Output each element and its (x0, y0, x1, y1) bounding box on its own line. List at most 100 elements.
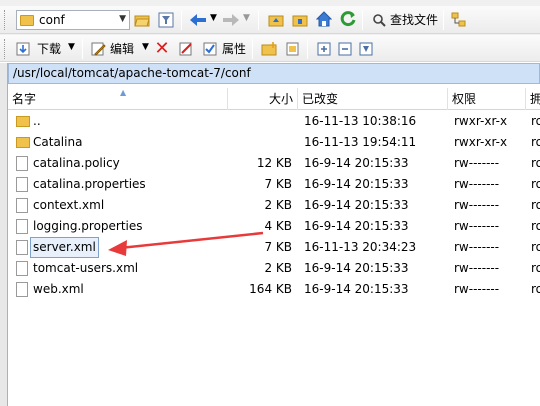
delete-icon[interactable]: ✕ (153, 40, 171, 58)
file-owner: ro (531, 219, 540, 233)
location-dropdown[interactable]: conf ▼ (16, 10, 130, 30)
table-row[interactable]: server.xml 7 KB 16-11-13 20:34:23 rw-------… (8, 237, 540, 258)
select-all-icon[interactable] (315, 40, 333, 58)
column-header-size[interactable]: 大小 (228, 88, 298, 110)
new-file-icon[interactable] (284, 40, 302, 58)
file-modified: 16-9-14 20:15:33 (304, 177, 409, 191)
file-rights: rw------- (454, 177, 500, 191)
file-name: Catalina (33, 135, 83, 149)
folder-icon (16, 116, 30, 127)
file-size (228, 111, 292, 132)
parent-folder-icon[interactable] (267, 11, 285, 29)
find-files-icon[interactable] (370, 11, 388, 29)
file-modified: 16-9-14 20:15:33 (304, 156, 409, 170)
edit-dropdown-icon[interactable]: ▼ (142, 39, 149, 55)
file-modified: 16-9-14 20:15:33 (304, 198, 409, 212)
column-header-name[interactable]: 名字 ▲ (8, 88, 228, 110)
toolbar-top: conf ▼ ▼ ▼ 查找文件 (0, 6, 540, 34)
file-rights: rw------- (454, 240, 500, 254)
forward-arrow-icon[interactable] (222, 11, 240, 29)
download-button[interactable]: 下载 (37, 41, 61, 57)
file-name: catalina.policy (33, 156, 120, 170)
back-arrow-icon[interactable] (189, 11, 207, 29)
file-icon (16, 282, 28, 297)
unselect-all-icon[interactable] (336, 40, 354, 58)
file-owner: ro (531, 198, 540, 212)
file-icon (16, 198, 28, 213)
file-modified: 16-9-14 20:15:33 (304, 261, 409, 275)
file-icon (16, 261, 28, 276)
column-header-modified[interactable]: 已改变 (298, 88, 448, 110)
file-owner: ro (531, 135, 540, 149)
filter-icon[interactable] (157, 11, 175, 29)
edit-icon[interactable] (89, 40, 107, 58)
file-rights: rw------- (454, 198, 500, 212)
toolbar-separator (252, 39, 253, 59)
file-rights: rw------- (454, 156, 500, 170)
new-folder-icon[interactable] (260, 40, 278, 58)
rename-icon[interactable] (177, 40, 195, 58)
file-size: 12 KB (256, 156, 292, 170)
file-name: web.xml (33, 282, 84, 296)
download-dropdown-icon[interactable]: ▼ (68, 39, 75, 55)
open-folder-icon[interactable] (133, 11, 151, 29)
properties-button[interactable]: 属性 (222, 41, 246, 57)
filter-select-icon[interactable] (357, 40, 375, 58)
file-modified: 16-11-13 19:54:11 (304, 135, 417, 149)
folder-icon (20, 14, 34, 26)
column-header-owner[interactable]: 拥 (526, 88, 540, 110)
tree-view-icon[interactable] (450, 11, 468, 29)
table-row[interactable]: Catalina 16-11-13 19:54:11 rwxr-xr-x ro (8, 132, 540, 153)
file-name: tomcat-users.xml (33, 261, 139, 275)
home-icon[interactable] (315, 10, 333, 28)
chevron-down-icon[interactable]: ▼ (119, 14, 126, 24)
table-row[interactable]: context.xml 2 KB 16-9-14 20:15:33 rw-------… (8, 195, 540, 216)
file-icon (16, 156, 28, 171)
file-size: 7 KB (264, 240, 292, 254)
toolbar-separator (258, 10, 259, 30)
file-owner: ro (531, 282, 540, 296)
edit-button[interactable]: 编辑 (110, 41, 134, 57)
file-modified: 16-9-14 20:15:33 (304, 219, 409, 233)
table-row[interactable]: web.xml 164 KB 16-9-14 20:15:33 rw------- ro (8, 279, 540, 300)
file-name: logging.properties (33, 219, 143, 233)
folder-icon (16, 137, 30, 148)
file-modified: 16-9-14 20:15:33 (304, 282, 409, 296)
table-row[interactable]: tomcat-users.xml 2 KB 16-9-14 20:15:33 rw--… (8, 258, 540, 279)
toolbar-grip[interactable] (4, 10, 7, 30)
file-name: catalina.properties (33, 177, 146, 191)
file-size: 2 KB (264, 261, 292, 275)
file-rights: rwxr-xr-x (454, 135, 508, 149)
toolbar-grip[interactable] (4, 39, 7, 59)
properties-icon[interactable] (201, 40, 219, 58)
table-row[interactable]: catalina.policy 12 KB 16-9-14 20:15:33 rw--… (8, 153, 540, 174)
file-owner: ro (531, 177, 540, 191)
download-icon[interactable] (14, 40, 32, 58)
left-pane-edge[interactable] (0, 63, 8, 406)
file-size: 7 KB (264, 177, 292, 191)
file-rights: rw------- (454, 282, 500, 296)
forward-dropdown-icon[interactable]: ▼ (243, 10, 250, 26)
location-value: conf (39, 13, 65, 27)
table-row[interactable]: catalina.properties 7 KB 16-9-14 20:15:33 r… (8, 174, 540, 195)
root-folder-icon[interactable] (291, 11, 309, 29)
table-row[interactable]: logging.properties 4 KB 16-9-14 20:15:33 rw… (8, 216, 540, 237)
file-owner: ro (531, 261, 540, 275)
column-header-rights[interactable]: 权限 (448, 88, 526, 110)
back-dropdown-icon[interactable]: ▼ (210, 10, 217, 26)
find-files-button[interactable]: 查找文件 (390, 12, 438, 28)
table-row[interactable]: .. 16-11-13 10:38:16 rwxr-xr-x ro (8, 111, 540, 132)
toolbar-separator (82, 39, 83, 59)
file-name: context.xml (33, 198, 105, 212)
file-rights: rw------- (454, 219, 500, 233)
refresh-icon[interactable] (339, 10, 357, 28)
file-owner: ro (531, 156, 540, 170)
file-owner: ro (531, 114, 540, 128)
file-icon (16, 177, 28, 192)
path-bar[interactable]: /usr/local/tomcat/apache-tomcat-7/conf (8, 63, 540, 84)
sort-ascending-icon: ▲ (120, 88, 127, 97)
file-modified: 16-11-13 10:38:16 (304, 114, 417, 128)
file-icon (16, 240, 28, 255)
file-owner: ro (531, 240, 540, 254)
file-size: 4 KB (264, 219, 292, 233)
